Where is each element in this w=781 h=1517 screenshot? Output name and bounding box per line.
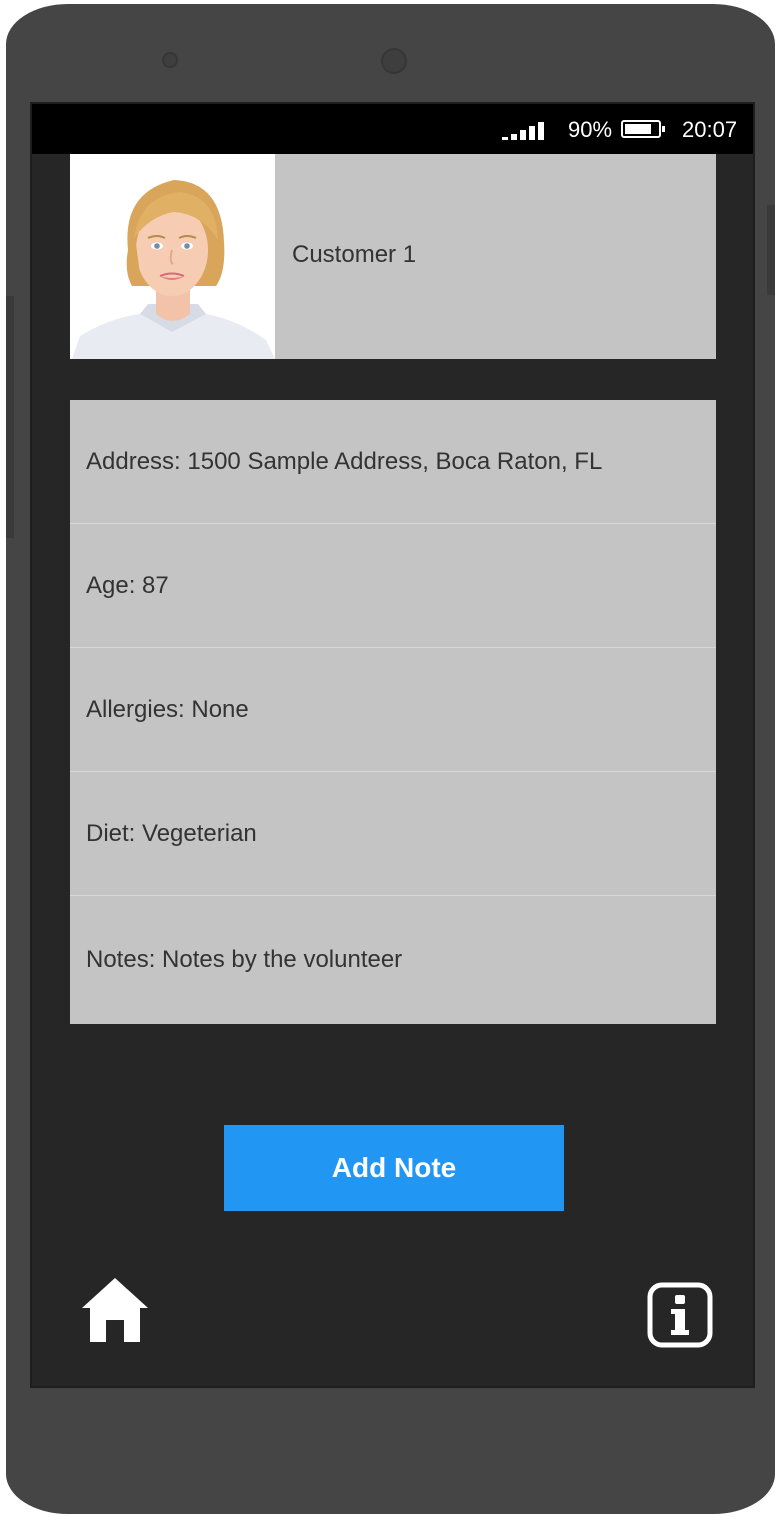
proximity-sensor	[162, 52, 178, 68]
customer-name: Customer 1	[292, 241, 417, 268]
status-bar: 90% 20:07	[32, 104, 753, 154]
add-note-button[interactable]: Add Note	[224, 1125, 564, 1211]
detail-row[interactable]: Age: 87	[70, 524, 716, 648]
front-camera	[381, 48, 407, 74]
detail-row[interactable]: Address: 1500 Sample Address, Boca Raton…	[70, 400, 716, 524]
detail-text: Address: 1500 Sample Address, Boca Raton…	[86, 447, 603, 475]
clock: 20:07	[682, 117, 738, 142]
detail-row[interactable]: Allergies: None	[70, 648, 716, 772]
battery-icon	[621, 120, 665, 138]
phone-frame: 90% 20:07 Customer 1 Address: 1500 Sampl…	[6, 4, 775, 1514]
details-list: Address: 1500 Sample Address, Boca Raton…	[70, 400, 716, 1024]
avatar	[70, 154, 275, 359]
detail-row[interactable]: Diet: Vegeterian	[70, 772, 716, 896]
avatar-photo	[70, 154, 275, 359]
battery-percent: 90%	[568, 117, 613, 142]
home-icon[interactable]	[80, 1276, 150, 1344]
detail-text: Allergies: None	[86, 695, 249, 723]
signal-icon	[502, 122, 550, 140]
detail-text: Age: 87	[86, 571, 169, 599]
volume-button	[6, 296, 14, 538]
customer-card[interactable]: Customer 1	[70, 154, 716, 359]
screen: 90% 20:07 Customer 1 Address: 1500 Sampl…	[30, 102, 755, 1388]
info-icon[interactable]	[647, 1282, 713, 1348]
power-button	[767, 205, 775, 295]
detail-text: Diet: Vegeterian	[86, 819, 257, 847]
detail-row[interactable]: Notes: Notes by the volunteer	[70, 896, 716, 1024]
detail-text: Notes: Notes by the volunteer	[86, 946, 403, 973]
